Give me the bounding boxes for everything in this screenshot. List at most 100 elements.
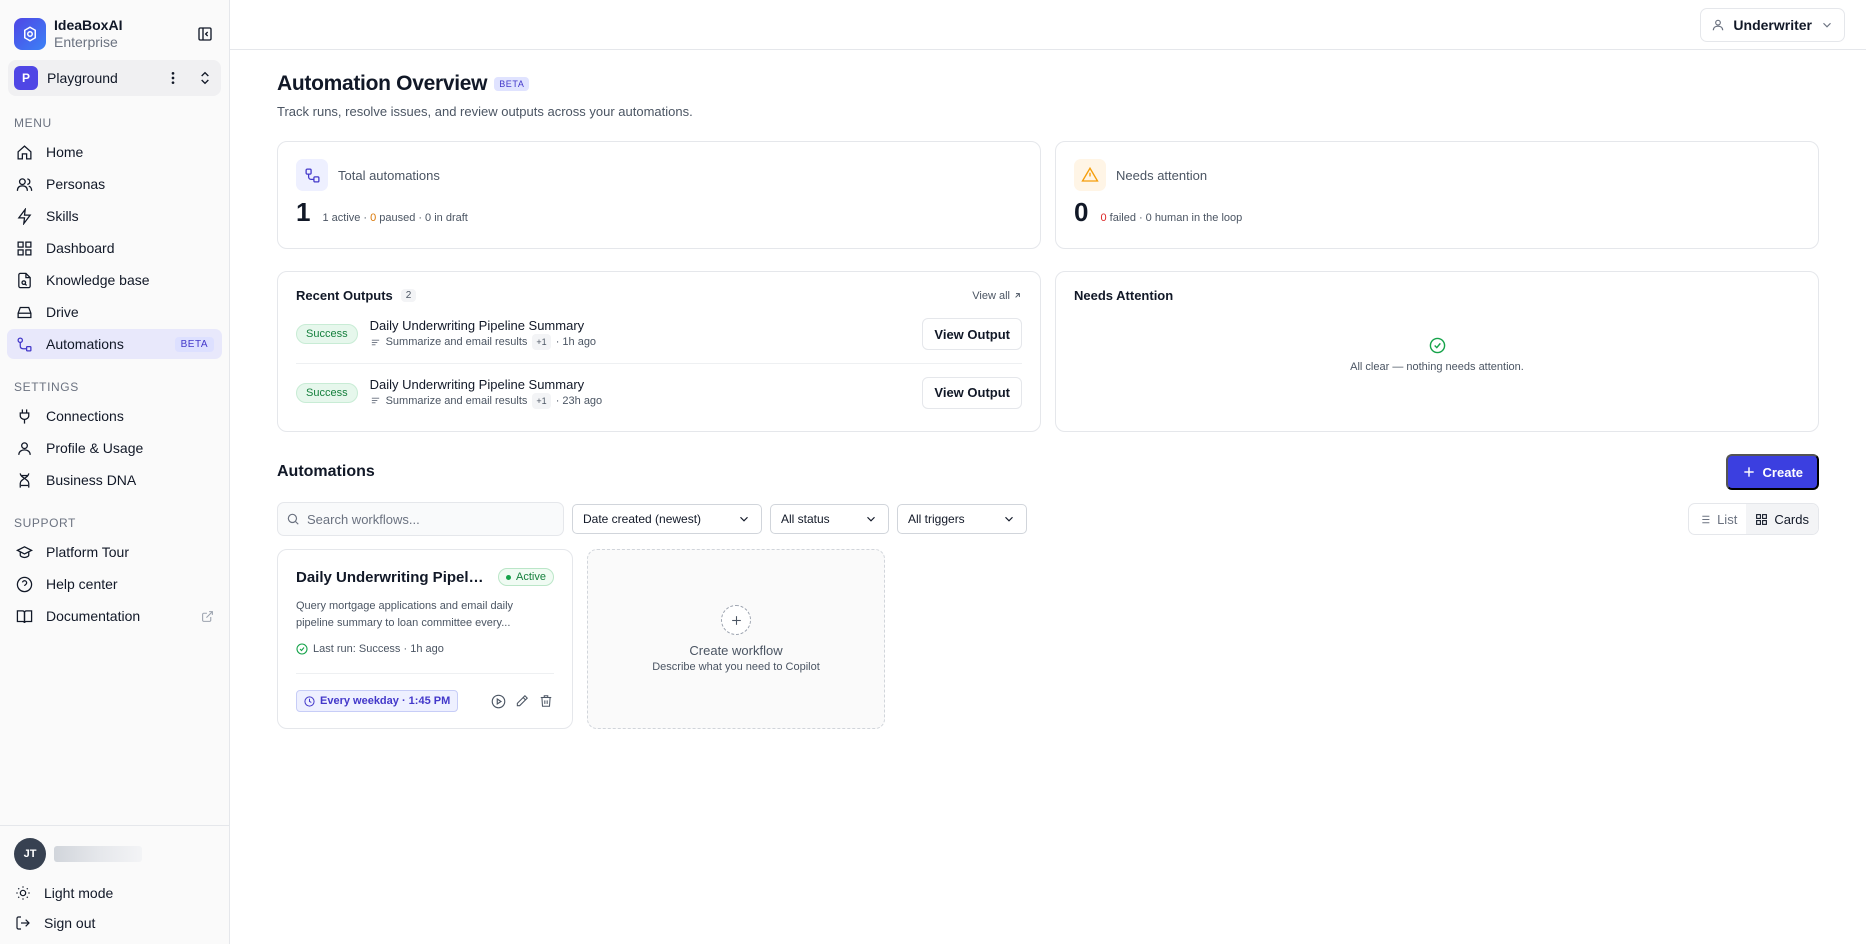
schedule-badge: Every weekday · 1:45 PM bbox=[296, 690, 459, 712]
recent-outputs-panel: Recent Outputs 2 View all Success Daily … bbox=[277, 271, 1041, 432]
chevron-down-icon bbox=[867, 516, 875, 522]
beta-badge: BETA bbox=[494, 77, 530, 91]
sidebar-item-business-dna[interactable]: Business DNA bbox=[7, 465, 222, 495]
workflow-icon bbox=[15, 335, 33, 353]
stat-value: 0 bbox=[1074, 197, 1089, 227]
chevrons-up-down-icon[interactable] bbox=[195, 68, 215, 88]
sign-out-label: Sign out bbox=[44, 915, 96, 931]
view-output-button[interactable]: View Output bbox=[922, 376, 1022, 409]
sun-icon bbox=[14, 884, 32, 902]
list-icon bbox=[371, 339, 379, 345]
plus-icon bbox=[1743, 467, 1754, 477]
status-badge: Success bbox=[296, 324, 358, 344]
sidebar-item-connections[interactable]: Connections bbox=[7, 401, 222, 431]
search-input[interactable] bbox=[307, 511, 547, 527]
panel-title: Recent Outputs bbox=[296, 288, 393, 303]
workspace-switcher[interactable]: P Playground bbox=[8, 60, 221, 96]
settings-section-label: SETTINGS bbox=[14, 380, 79, 394]
check-circle-icon bbox=[1429, 337, 1445, 354]
search-box bbox=[277, 502, 564, 536]
filter-bar: Date created (newest) All status All tri… bbox=[277, 502, 1819, 536]
sidebar-item-drive[interactable]: Drive bbox=[7, 297, 222, 327]
main-content: Underwriter Automation Overview BETA Tra… bbox=[230, 0, 1866, 944]
sidebar-item-knowledge-base[interactable]: Knowledge base bbox=[7, 265, 222, 295]
chevron-down-icon bbox=[1005, 516, 1013, 522]
trigger-select[interactable]: All triggers bbox=[897, 504, 1027, 534]
paused-label: paused bbox=[379, 212, 416, 224]
view-output-button[interactable]: View Output bbox=[922, 318, 1022, 350]
user-profile[interactable]: JT bbox=[0, 838, 229, 870]
support-section-label: SUPPORT bbox=[14, 516, 76, 530]
create-workflow-card[interactable]: Create workflow Describe what you need t… bbox=[587, 549, 885, 729]
plus-icon bbox=[721, 605, 751, 635]
sidebar-item-personas[interactable]: Personas bbox=[7, 169, 222, 199]
list-icon bbox=[371, 397, 379, 404]
bolt-icon bbox=[15, 207, 33, 225]
menu-section-label: MENU bbox=[14, 116, 52, 130]
status-select[interactable]: All status bbox=[770, 504, 889, 534]
trash-icon[interactable] bbox=[538, 693, 554, 709]
sidebar-collapse-icon[interactable] bbox=[195, 24, 215, 44]
workflow-card[interactable]: Daily Underwriting Pipeline Summary Acti… bbox=[277, 549, 573, 729]
sidebar-item-profile-usage[interactable]: Profile & Usage bbox=[7, 433, 222, 463]
overview-content: Automation Overview BETA Track runs, res… bbox=[230, 72, 1866, 729]
output-time: · 1h ago bbox=[555, 336, 597, 348]
list-view-label: List bbox=[1717, 511, 1738, 527]
edit-icon[interactable] bbox=[514, 693, 530, 709]
sidebar-footer: JT Light mode Sign out bbox=[0, 825, 229, 944]
arrow-up-right-icon bbox=[1015, 293, 1020, 298]
grid-icon bbox=[1756, 513, 1768, 525]
create-workflow-subtitle: Describe what you need to Copilot bbox=[652, 661, 820, 673]
needs-attention-card: Needs attention 0 0 failed · 0 human in th… bbox=[1055, 141, 1819, 249]
stat-breakdown: 0 failed · 0 human in the loop bbox=[1100, 212, 1243, 224]
grid-icon bbox=[15, 239, 33, 257]
output-title: Daily Underwriting Pipeline Summary bbox=[369, 376, 585, 392]
output-step: Summarize and email results bbox=[385, 394, 528, 407]
kebab-menu-icon[interactable] bbox=[163, 68, 183, 88]
status-badge: Success bbox=[296, 382, 358, 403]
sidebar-item-automations[interactable]: Automations BETA bbox=[7, 329, 222, 359]
warning-icon bbox=[1074, 159, 1106, 191]
create-button[interactable]: Create bbox=[1725, 454, 1819, 490]
sidebar-item-home[interactable]: Home bbox=[7, 137, 222, 167]
help-circle-icon bbox=[15, 575, 33, 593]
light-mode-toggle[interactable]: Light mode bbox=[0, 878, 229, 908]
sidebar-item-documentation[interactable]: Documentation bbox=[7, 601, 222, 631]
sidebar-item-label: Knowledge base bbox=[46, 272, 150, 288]
sidebar-item-platform-tour[interactable]: Platform Tour bbox=[7, 537, 222, 567]
total-automations-card: Total automations 1 1 active · 0 paused · 0 … bbox=[277, 141, 1041, 249]
status-dot bbox=[506, 574, 512, 580]
sidebar-item-skills[interactable]: Skills bbox=[7, 201, 222, 231]
create-workflow-title: Create workflow bbox=[689, 643, 783, 658]
stat-breakdown: 1 active · 0 paused · 0 in draft bbox=[322, 212, 468, 224]
workspace-name: Playground bbox=[47, 70, 118, 86]
sign-out-button[interactable]: Sign out bbox=[0, 908, 229, 938]
role-selector[interactable]: Underwriter bbox=[1700, 7, 1845, 42]
play-icon[interactable] bbox=[490, 693, 506, 709]
cards-view-label: Cards bbox=[1774, 511, 1809, 527]
drive-icon bbox=[15, 303, 33, 321]
sidebar-item-label: Connections bbox=[46, 408, 124, 424]
sidebar-item-help-center[interactable]: Help center bbox=[7, 569, 222, 599]
list-view-button[interactable]: List bbox=[1689, 504, 1746, 534]
panels-row: Recent Outputs 2 View all Success Daily … bbox=[277, 271, 1819, 432]
automations-title: Automations bbox=[277, 463, 375, 480]
sidebar-item-dashboard[interactable]: Dashboard bbox=[7, 233, 222, 263]
brand-name: IdeaBoxAI bbox=[54, 17, 123, 33]
book-icon bbox=[15, 607, 33, 625]
sort-select[interactable]: Date created (newest) bbox=[572, 504, 762, 534]
status-value: All status bbox=[781, 512, 830, 526]
search-icon bbox=[287, 513, 299, 525]
graduation-cap-icon bbox=[15, 543, 33, 561]
status-label: Active bbox=[516, 571, 546, 583]
avatar: JT bbox=[14, 838, 46, 870]
failed-label: failed bbox=[1109, 212, 1136, 224]
status-badge: Active bbox=[498, 568, 554, 586]
cards-view-button[interactable]: Cards bbox=[1746, 504, 1818, 534]
file-search-icon bbox=[15, 271, 33, 289]
light-mode-label: Light mode bbox=[44, 885, 114, 901]
view-all-link[interactable]: View all bbox=[972, 290, 1022, 302]
stat-label: Total automations bbox=[338, 167, 440, 183]
external-link-icon bbox=[201, 610, 214, 623]
output-row: Success Daily Underwriting Pipeline Summ… bbox=[296, 363, 1022, 421]
